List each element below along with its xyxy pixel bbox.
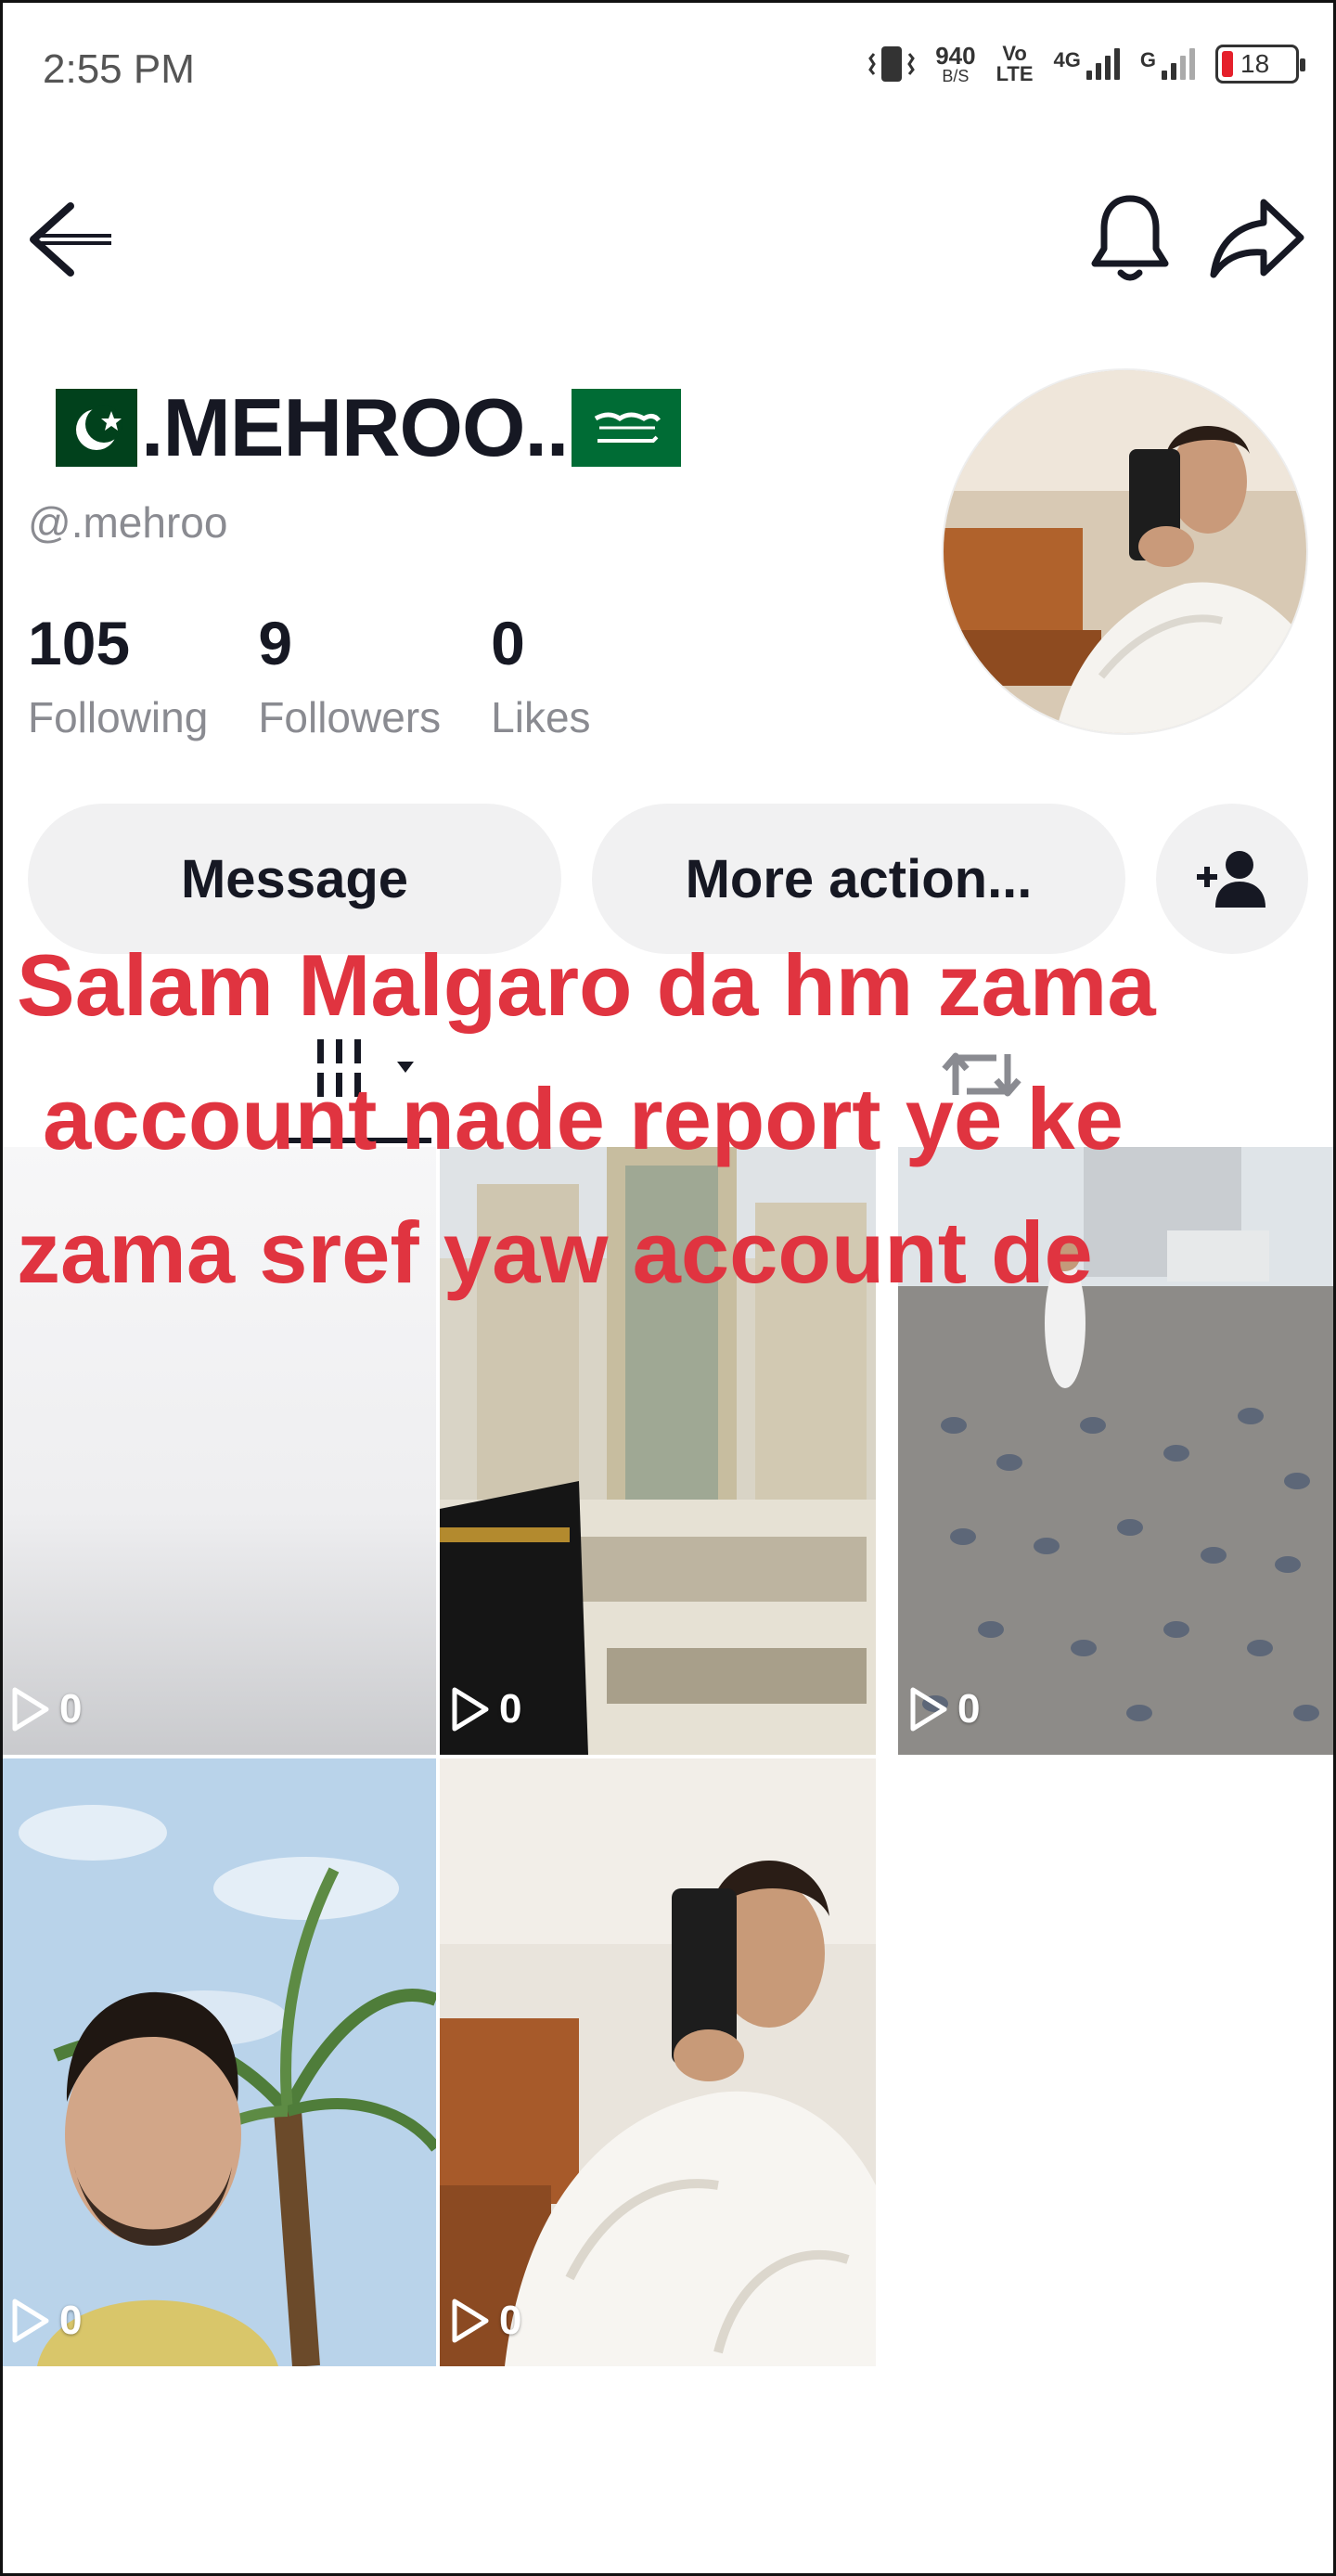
- status-bar: 2:55 PM 940 B/S Vo LTE 4G G 18: [0, 0, 1336, 139]
- add-person-icon: [1197, 851, 1265, 908]
- back-arrow-icon[interactable]: [26, 197, 119, 282]
- volte-indicator: Vo LTE: [996, 44, 1034, 84]
- play-icon: [12, 1687, 49, 1732]
- tab-videos-grid-icon[interactable]: [278, 1028, 431, 1149]
- stat-value: 9: [258, 609, 293, 677]
- net-speed-value: 940: [935, 42, 976, 70]
- net-speed: 940 B/S: [935, 44, 975, 84]
- view-count: 0: [9, 2298, 82, 2344]
- avatar[interactable]: [942, 368, 1308, 735]
- avatar-image: [944, 370, 1306, 733]
- view-count-value: 0: [499, 1686, 522, 1732]
- video-thumbnail: [440, 1147, 876, 1755]
- display-name: .MEHROO..: [28, 380, 682, 475]
- stat-value: 0: [491, 609, 525, 677]
- view-count: 0: [907, 1686, 980, 1732]
- video-tile[interactable]: 0: [440, 1147, 876, 1755]
- profile-stats: 105 Following 9 Followers 0 Likes: [28, 612, 641, 742]
- video-tile[interactable]: 0: [0, 1758, 436, 2366]
- play-icon: [452, 2299, 489, 2343]
- username: @.mehroo: [28, 498, 228, 547]
- video-tile[interactable]: 0: [440, 1758, 876, 2366]
- view-count: 0: [9, 1686, 82, 1732]
- network-4g-label: 4G: [1053, 48, 1081, 71]
- share-icon[interactable]: [1206, 195, 1308, 284]
- add-friend-button[interactable]: [1156, 804, 1308, 954]
- network-g-label: G: [1139, 48, 1156, 71]
- video-thumbnail: [898, 1147, 1334, 1755]
- video-tile[interactable]: 0: [898, 1147, 1334, 1755]
- signal-4g-icon: 4G: [1054, 48, 1120, 80]
- signal-g-icon: G: [1140, 48, 1195, 80]
- video-thumbnail: [440, 1758, 876, 2366]
- view-count-value: 0: [957, 1686, 981, 1732]
- view-count-value: 0: [499, 2298, 522, 2343]
- view-count: 0: [449, 2298, 521, 2344]
- view-count: 0: [449, 1686, 521, 1732]
- stat-label: Followers: [258, 693, 442, 741]
- message-button[interactable]: Message: [28, 804, 561, 954]
- stat-following[interactable]: 105 Following: [28, 612, 208, 742]
- play-icon: [452, 1687, 489, 1732]
- battery-percent: 18: [1240, 49, 1270, 78]
- view-count-value: 0: [59, 1686, 83, 1732]
- display-name-text: .MEHROO..: [141, 381, 569, 473]
- view-count-value: 0: [59, 2298, 83, 2343]
- status-time: 2:55 PM: [43, 46, 195, 92]
- stat-label: Following: [28, 693, 209, 741]
- bell-icon[interactable]: [1086, 191, 1175, 288]
- volte-bottom: LTE: [996, 62, 1034, 85]
- video-thumbnail: [0, 1147, 436, 1755]
- repost-icon[interactable]: [937, 1037, 1026, 1112]
- battery-icon: 18: [1215, 45, 1305, 84]
- volte-top: Vo: [1002, 42, 1027, 65]
- more-actions-button[interactable]: More action...: [592, 804, 1125, 954]
- net-speed-unit: B/S: [942, 67, 970, 85]
- video-thumbnail: [0, 1758, 436, 2366]
- stat-label: Likes: [491, 693, 591, 741]
- play-icon: [12, 2299, 49, 2343]
- active-tab-indicator: [278, 1138, 431, 1143]
- saudi-flag-icon: [572, 389, 682, 467]
- video-tile[interactable]: 0: [0, 1147, 436, 1755]
- pakistan-flag-icon: [28, 389, 137, 467]
- play-icon: [910, 1687, 947, 1732]
- stat-value: 105: [28, 609, 131, 677]
- vibrate-icon: [868, 46, 916, 82]
- stat-followers[interactable]: 9 Followers: [258, 612, 441, 742]
- stat-likes[interactable]: 0 Likes: [491, 612, 590, 742]
- status-icons: 940 B/S Vo LTE 4G G 18: [868, 43, 1305, 85]
